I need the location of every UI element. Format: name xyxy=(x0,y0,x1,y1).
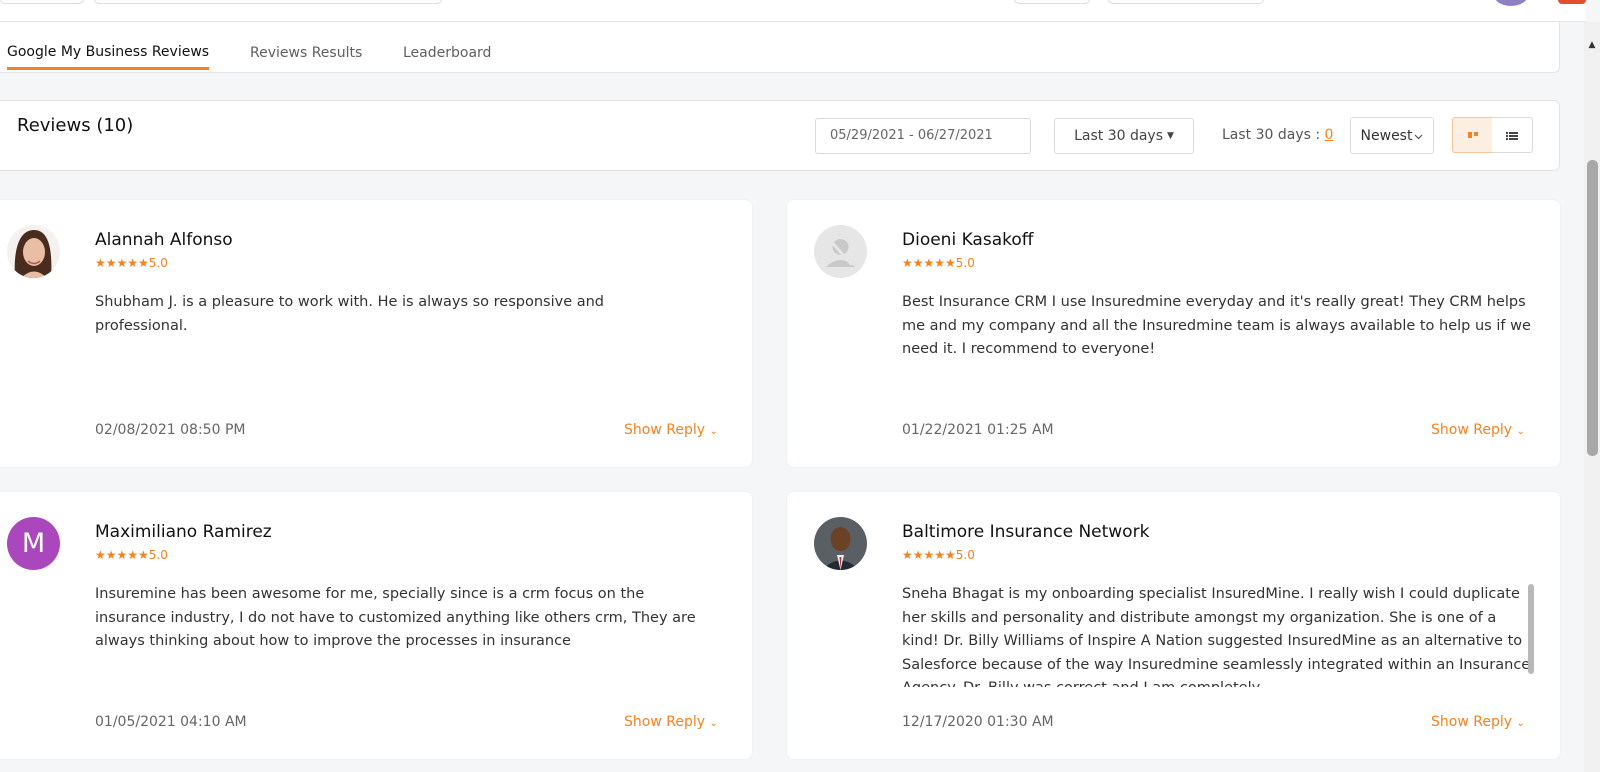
user-avatar[interactable] xyxy=(1494,0,1528,6)
scroll-up-arrow-icon[interactable]: ▲ xyxy=(1584,40,1600,54)
star-rating: ★★★★★5.0 xyxy=(902,548,975,562)
review-date: 12/17/2020 01:30 AM xyxy=(902,714,1054,730)
chevron-down-icon: ⌄ xyxy=(709,426,718,437)
tab-leaderboard[interactable]: Leaderboard xyxy=(403,45,491,61)
reviewer-name: Baltimore Insurance Network xyxy=(902,522,1150,542)
reviewer-avatar xyxy=(7,225,60,278)
tab-google-my-business-reviews[interactable]: Google My Business Reviews xyxy=(7,44,210,70)
sort-label: Newest xyxy=(1360,127,1413,144)
show-reply-label: Show Reply xyxy=(624,422,705,438)
no-photo-avatar xyxy=(814,225,867,278)
grid-view-button[interactable] xyxy=(1452,117,1493,153)
rating-score: 5.0 xyxy=(148,548,168,562)
review-card: Baltimore Insurance Network ★★★★★5.0 Sne… xyxy=(787,492,1560,759)
tabs-bar xyxy=(0,22,1560,73)
date-range-input[interactable]: 05/29/2021 - 06/27/2021 xyxy=(815,118,1031,154)
reviewer-name: Dioeni Kasakoff xyxy=(902,230,1034,250)
tab-reviews-results[interactable]: Reviews Results xyxy=(250,45,362,61)
show-reply-button[interactable]: Show Reply ⌄ xyxy=(1431,714,1525,730)
chevron-down-icon: ⌄ xyxy=(709,718,718,729)
rating-score: 5.0 xyxy=(955,548,975,562)
grid-view-icon xyxy=(1467,126,1479,145)
notification-badge[interactable] xyxy=(1558,0,1586,4)
rating-score: 5.0 xyxy=(148,256,168,270)
chevron-down-icon xyxy=(1414,128,1423,144)
review-card: M Maximiliano Ramirez ★★★★★5.0 Insuremin… xyxy=(0,492,752,759)
star-rating: ★★★★★5.0 xyxy=(95,256,168,270)
show-reply-label: Show Reply xyxy=(1431,714,1512,730)
show-reply-label: Show Reply xyxy=(1431,422,1512,438)
reviewer-name: Alannah Alfonso xyxy=(95,230,233,250)
top-bar xyxy=(0,0,1586,22)
show-reply-button[interactable]: Show Reply ⌄ xyxy=(624,714,718,730)
review-text: Best Insurance CRM I use Insuredmine eve… xyxy=(902,294,1531,357)
star-icons: ★★★★★ xyxy=(95,548,149,562)
star-rating: ★★★★★5.0 xyxy=(95,548,168,562)
show-reply-button[interactable]: Show Reply ⌄ xyxy=(624,422,718,438)
review-date: 02/08/2021 08:50 PM xyxy=(95,422,246,438)
caret-down-icon: ▼ xyxy=(1167,131,1174,141)
show-reply-label: Show Reply xyxy=(624,714,705,730)
star-icons: ★★★★★ xyxy=(902,548,956,562)
star-icons: ★★★★★ xyxy=(95,256,149,270)
scrollbar-thumb[interactable] xyxy=(1587,160,1598,456)
review-text: Insuremine has been awesome for me, spec… xyxy=(95,586,696,649)
reviewer-avatar xyxy=(814,517,867,570)
top-bar-select[interactable] xyxy=(1108,0,1264,4)
review-text-scrollbar[interactable] xyxy=(1528,584,1534,674)
review-card: Dioeni Kasakoff ★★★★★5.0 Best Insurance … xyxy=(787,200,1560,467)
sort-dropdown[interactable]: Newest xyxy=(1350,117,1434,154)
rating-score: 5.0 xyxy=(955,256,975,270)
review-count: Last 30 days : 0 xyxy=(1222,127,1333,143)
list-view-icon xyxy=(1506,126,1518,145)
review-count-value[interactable]: 0 xyxy=(1325,127,1334,143)
chevron-down-icon: ⌄ xyxy=(1516,718,1525,729)
review-date: 01/05/2021 04:10 AM xyxy=(95,714,247,730)
chevron-down-icon: ⌄ xyxy=(1516,426,1525,437)
review-text: Shubham J. is a pleasure to work with. H… xyxy=(95,294,605,334)
show-reply-button[interactable]: Show Reply ⌄ xyxy=(1431,422,1525,438)
reviewer-name: Maximiliano Ramirez xyxy=(95,522,272,542)
list-view-button[interactable] xyxy=(1492,117,1533,153)
period-dropdown[interactable]: Last 30 days ▼ xyxy=(1054,118,1194,154)
top-search-input[interactable] xyxy=(94,0,442,4)
review-card: Alannah Alfonso ★★★★★5.0 Shubham J. is a… xyxy=(0,200,752,467)
period-label: Last 30 days xyxy=(1074,128,1163,144)
page-title: Reviews (10) xyxy=(17,115,134,136)
review-date: 01/22/2021 01:25 AM xyxy=(902,422,1054,438)
review-count-label: Last 30 days : xyxy=(1222,127,1325,143)
star-rating: ★★★★★5.0 xyxy=(902,256,975,270)
top-bar-control[interactable] xyxy=(0,0,84,4)
review-text: Sneha Bhagat is my onboarding specialist… xyxy=(902,586,1531,687)
reviewer-avatar: M xyxy=(7,517,60,570)
star-icons: ★★★★★ xyxy=(902,256,956,270)
top-bar-button[interactable] xyxy=(1014,0,1090,4)
